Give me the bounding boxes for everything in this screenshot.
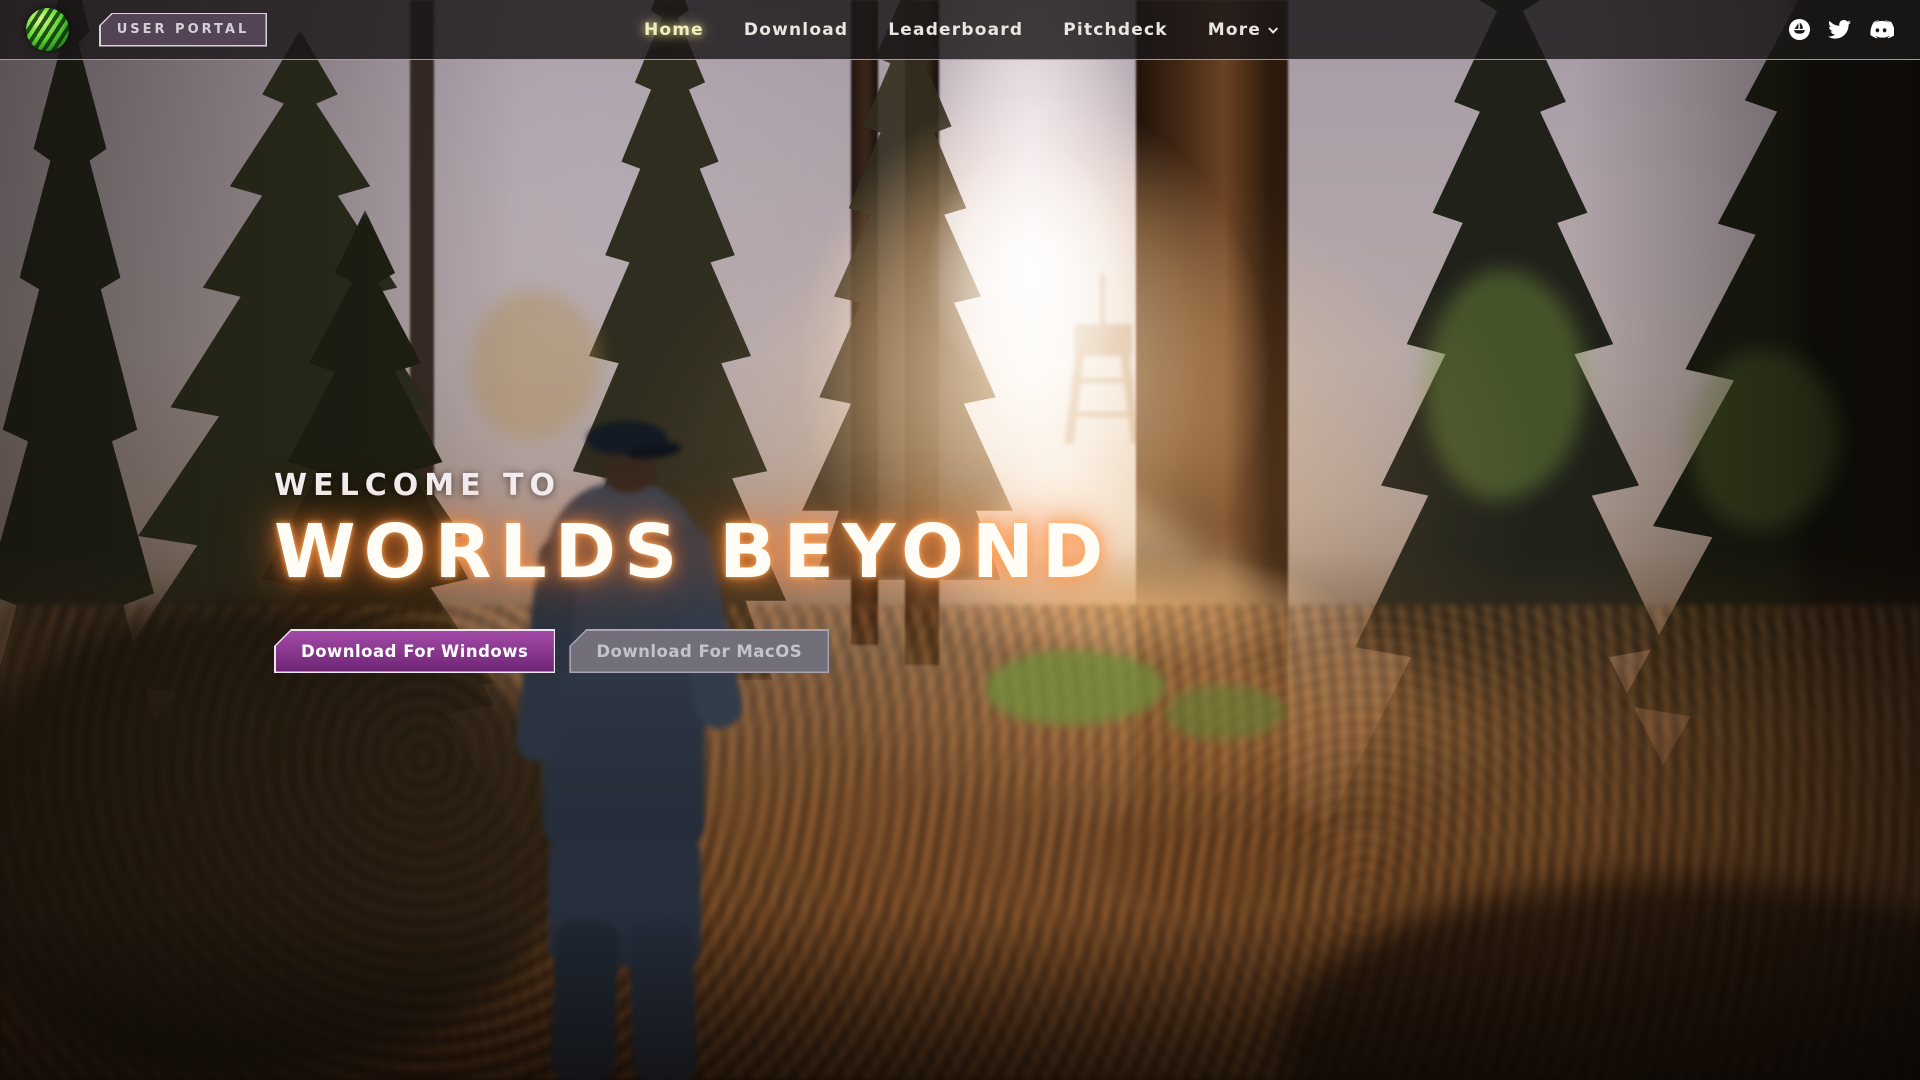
user-portal-button[interactable]: USER PORTAL [99, 13, 267, 47]
hero-cta-row: Download For Windows Download For MacOS [274, 629, 1111, 673]
brand-globe-logo-icon[interactable] [26, 8, 69, 51]
nav-item-leaderboard[interactable]: Leaderboard [888, 20, 1023, 40]
download-windows-button[interactable]: Download For Windows [274, 629, 555, 673]
nav-item-download[interactable]: Download [744, 20, 848, 40]
opensea-icon[interactable] [1788, 18, 1811, 41]
main-nav: Home Download Leaderboard Pitchdeck More [644, 20, 1276, 40]
hero-eyebrow: WELCOME TO [274, 468, 1111, 503]
hero-content: WELCOME TO WORLDS BEYOND Download For Wi… [274, 468, 1111, 673]
page: USER PORTAL Home Download Leaderboard Pi… [0, 0, 1920, 1080]
social-links [1788, 17, 1894, 43]
download-macos-button[interactable]: Download For MacOS [569, 629, 829, 673]
nav-item-more[interactable]: More [1208, 20, 1276, 40]
top-navigation-bar: USER PORTAL Home Download Leaderboard Pi… [0, 0, 1920, 60]
nav-item-home[interactable]: Home [644, 20, 704, 40]
nav-item-pitchdeck[interactable]: Pitchdeck [1063, 20, 1167, 40]
hero-title: WORLDS BEYOND [274, 515, 1111, 589]
discord-icon[interactable] [1868, 17, 1894, 43]
twitter-icon[interactable] [1827, 17, 1852, 42]
chevron-down-icon [1268, 24, 1278, 34]
user-portal-label: USER PORTAL [101, 22, 266, 37]
